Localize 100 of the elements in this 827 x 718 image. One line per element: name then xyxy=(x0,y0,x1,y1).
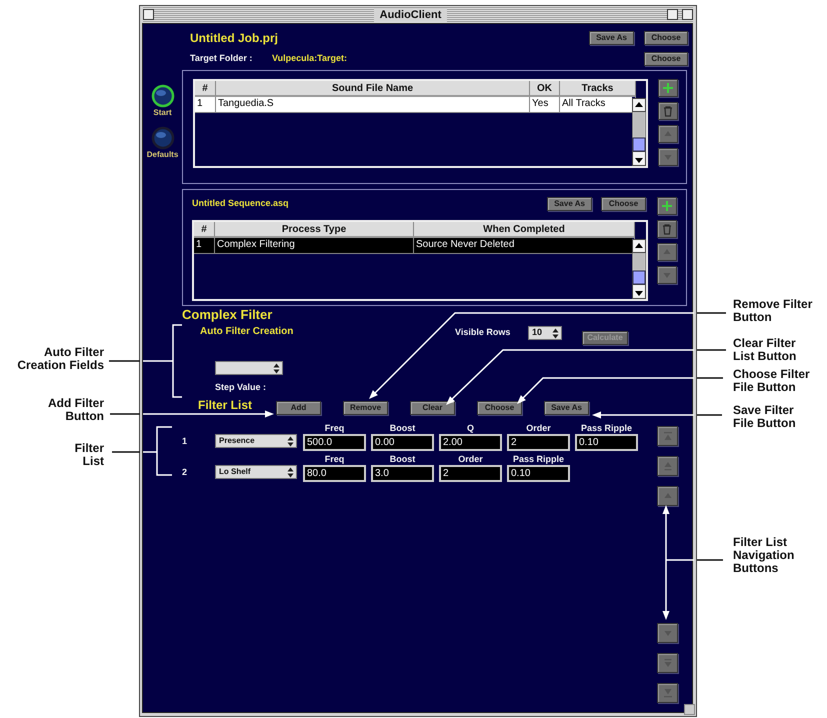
choose-button[interactable]: Choose xyxy=(477,401,522,415)
start-button[interactable]: Start xyxy=(150,84,174,118)
plus-icon xyxy=(661,200,673,212)
input-field[interactable]: 3.0 xyxy=(371,465,434,482)
trash-icon xyxy=(662,105,674,117)
input-field[interactable]: 2 xyxy=(439,465,502,482)
add-button[interactable] xyxy=(658,79,678,97)
arrow-button[interactable] xyxy=(657,486,678,506)
input-field[interactable]: 2.00 xyxy=(439,434,502,451)
row-number: 1 xyxy=(182,435,188,448)
column-header[interactable]: Sound File Name xyxy=(216,81,530,97)
field-label: Boost xyxy=(388,454,416,464)
plus-icon xyxy=(662,82,674,94)
field-label: Order xyxy=(457,454,484,464)
choose-button[interactable]: Choose xyxy=(601,196,646,210)
callout-label: Add Filter Button xyxy=(47,397,104,423)
arrow-button[interactable] xyxy=(657,243,677,261)
knob-icon xyxy=(150,126,174,150)
table-cell: 1 xyxy=(195,97,216,112)
input-field[interactable]: 0.00 xyxy=(371,434,434,451)
arrow-button[interactable] xyxy=(657,653,678,673)
remove-button[interactable]: Remove xyxy=(343,401,388,415)
field-label: Q xyxy=(466,423,475,433)
arrow-button[interactable] xyxy=(657,456,678,476)
column-header[interactable]: Tracks xyxy=(560,81,636,97)
field-label: Pass Ripple xyxy=(512,454,566,464)
up-down-arrow-icon xyxy=(552,328,559,338)
column-header[interactable]: OK xyxy=(530,81,560,97)
arrow-button[interactable] xyxy=(657,623,678,643)
dropdown[interactable] xyxy=(215,361,283,375)
choose-button[interactable]: Choose xyxy=(644,30,688,44)
defaults-button[interactable]: Defaults xyxy=(146,126,178,160)
column-header[interactable]: # xyxy=(194,222,215,238)
visible-rows-select[interactable]: 10 xyxy=(528,326,562,340)
line-down-arrow-icon xyxy=(662,657,674,669)
trash-icon xyxy=(661,223,673,235)
callout-label: Save Filter File Button xyxy=(733,404,797,430)
arrow-button[interactable] xyxy=(658,125,678,143)
table-row[interactable]: 1 Complex Filtering Source Never Deleted xyxy=(194,238,632,254)
up-down-arrow-icon xyxy=(287,466,294,478)
up-down-arrow-icon xyxy=(273,362,280,374)
delete-button[interactable] xyxy=(657,220,677,238)
sequence-title: Untitled Sequence.asq xyxy=(192,196,289,210)
input-field[interactable]: 500.0 xyxy=(303,434,366,451)
delete-button[interactable] xyxy=(658,102,678,120)
arrow-button[interactable] xyxy=(658,148,678,166)
visible-rows-label: Visible Rows xyxy=(455,326,512,338)
input-field[interactable]: 0.10 xyxy=(507,465,570,482)
resize-grip[interactable] xyxy=(684,704,695,715)
table-cell: Complex Filtering xyxy=(215,238,414,253)
target-folder-label: Target Folder : xyxy=(190,52,254,66)
callout-label: Clear Filter List Button xyxy=(733,337,798,363)
knob-icon xyxy=(150,84,174,108)
input-field[interactable]: 80.0 xyxy=(303,465,366,482)
zoom-box[interactable] xyxy=(667,9,678,20)
target-folder-path: Vulpecula:Target: xyxy=(272,52,348,66)
callout-label: Filter List Navigation Buttons xyxy=(733,536,796,575)
up-down-arrow-icon xyxy=(287,436,294,446)
step-value-label: Step Value : xyxy=(215,382,268,392)
save-as-button[interactable]: Save As xyxy=(544,401,589,415)
subsection-title: Filter List xyxy=(198,399,254,411)
add-button[interactable] xyxy=(657,197,677,215)
callout-label: Remove Filter Button xyxy=(733,298,814,324)
table-cell: 1 xyxy=(194,238,215,253)
save-as-button[interactable]: Save As xyxy=(547,196,592,210)
scrollbar[interactable] xyxy=(632,239,646,299)
column-header[interactable]: When Completed xyxy=(414,222,635,238)
table-cell: Yes xyxy=(530,97,560,112)
collapse-box[interactable] xyxy=(682,9,693,20)
table-cell: Tanguedia.S xyxy=(216,97,530,112)
subsection-title: Auto Filter Creation xyxy=(200,326,294,338)
scrollbar[interactable] xyxy=(632,98,646,166)
project-title: Untitled Job.prj xyxy=(190,30,278,46)
line-up-arrow-icon xyxy=(662,460,674,472)
section-title: Complex Filter xyxy=(182,308,274,322)
window-title: AudioClient xyxy=(374,8,448,22)
clear-button[interactable]: Clear xyxy=(410,401,455,415)
field-label: Freq xyxy=(324,423,346,433)
arrow-button[interactable] xyxy=(657,266,677,284)
add-button[interactable]: Add xyxy=(276,401,321,415)
field-label: Order xyxy=(525,423,552,433)
input-field[interactable]: 0.10 xyxy=(575,434,638,451)
choose-button[interactable]: Choose xyxy=(644,52,688,66)
callout-label: Choose Filter File Button xyxy=(733,368,811,394)
save-as-button[interactable]: Save As xyxy=(589,30,634,44)
leader-line xyxy=(112,426,173,476)
filter-type-select[interactable]: Presence xyxy=(215,434,297,448)
field-label: Boost xyxy=(388,423,416,433)
input-field[interactable]: 2 xyxy=(507,434,570,451)
field-label: Pass Ripple xyxy=(580,423,634,433)
column-header[interactable]: # xyxy=(195,81,216,97)
filter-type-select[interactable]: Lo Shelf xyxy=(215,465,297,479)
field-label: Freq xyxy=(324,454,346,464)
arrow-button[interactable] xyxy=(657,683,678,703)
arrow-button[interactable] xyxy=(657,426,678,446)
close-box[interactable] xyxy=(143,9,154,20)
row-number: 2 xyxy=(182,466,188,479)
callout-label: Filter List xyxy=(74,442,104,468)
callout-label: Auto Filter Creation Fields xyxy=(16,346,104,372)
column-header[interactable]: Process Type xyxy=(215,222,414,238)
